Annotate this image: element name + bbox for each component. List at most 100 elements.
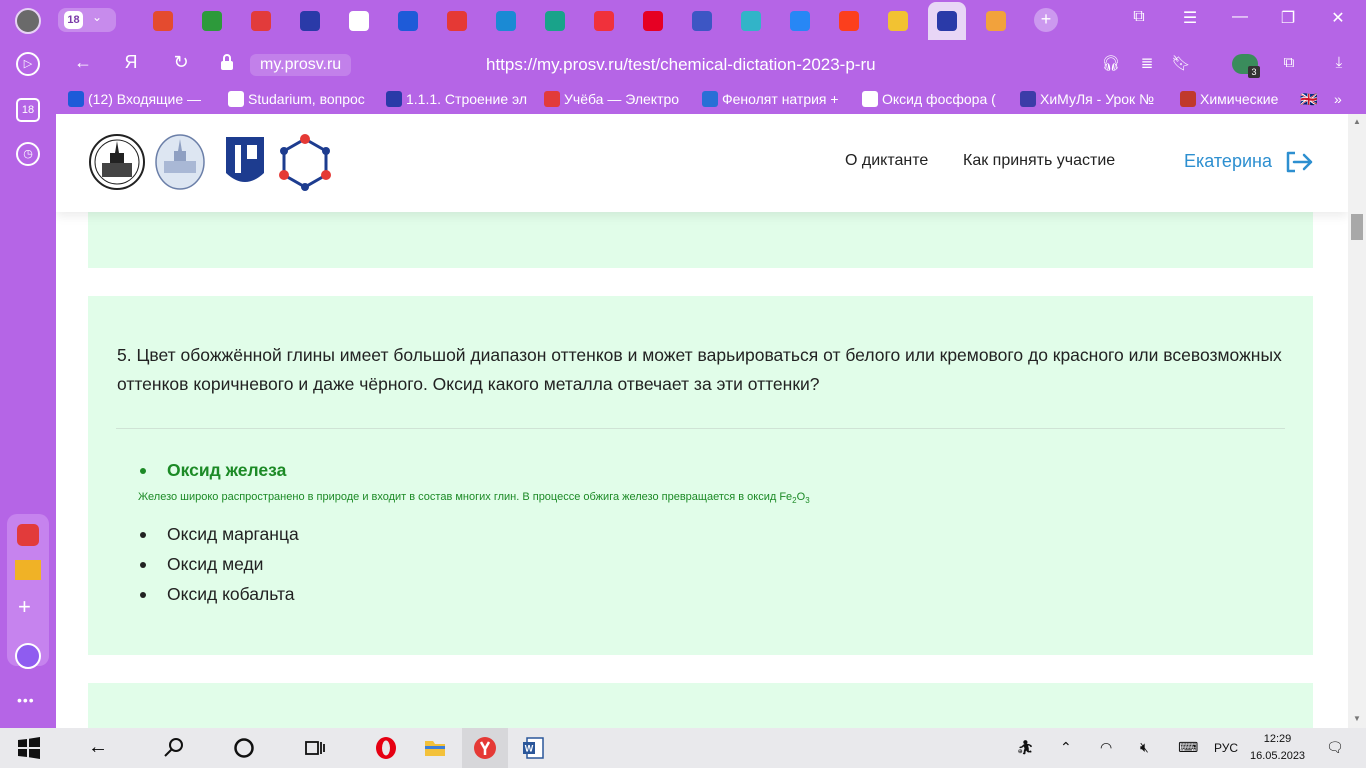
notifications-icon[interactable]: 🗨︎ xyxy=(1326,739,1344,756)
back-button[interactable]: ← xyxy=(70,52,96,73)
browser-tab[interactable] xyxy=(144,6,182,36)
word-icon[interactable]: W xyxy=(521,736,545,760)
user-name-link[interactable]: Екатерина xyxy=(1184,151,1272,172)
maximize-button[interactable]: ❐ xyxy=(1276,8,1300,28)
chemistry-faculty-logo[interactable] xyxy=(154,133,206,191)
browser-tab[interactable] xyxy=(585,6,623,36)
bookmark-favicon-icon xyxy=(702,91,718,107)
bookmark-favicon-icon xyxy=(1180,91,1196,107)
file-explorer-icon[interactable] xyxy=(423,736,447,760)
reload-button[interactable]: ↻ xyxy=(168,52,194,73)
tab-count-icon[interactable]: 18 xyxy=(16,98,40,122)
opera-icon[interactable] xyxy=(374,736,398,760)
browser-tab[interactable] xyxy=(242,6,280,36)
yandex-button[interactable]: Я xyxy=(118,52,144,73)
logout-icon[interactable] xyxy=(1284,150,1314,174)
menu-icon[interactable]: ☰ xyxy=(1178,8,1202,28)
lock-icon[interactable] xyxy=(220,54,234,70)
language-indicator[interactable]: РУС xyxy=(1214,741,1238,755)
bookmark-favicon-icon xyxy=(1020,91,1036,107)
keyboard-icon[interactable]: ⌨︎ xyxy=(1178,739,1198,756)
more-bookmarks-icon[interactable]: » xyxy=(1334,91,1342,107)
history-icon[interactable]: ◷ xyxy=(16,142,40,166)
bookmarks-bar: (12) Входящие — Studarium, вопрос 1.1.1. … xyxy=(56,86,1366,114)
bullet xyxy=(140,532,146,538)
yandex-icon xyxy=(839,11,859,31)
yandex-browser-taskbar-item[interactable] xyxy=(462,728,508,768)
bookmark-item[interactable]: Studarium, вопрос xyxy=(228,91,378,107)
back-arrow-icon[interactable]: ← xyxy=(88,736,112,760)
browser-tab[interactable] xyxy=(193,6,231,36)
tab-count: 18 xyxy=(64,11,83,29)
collections-icon[interactable]: ⧉ xyxy=(1278,54,1300,71)
browser-tab[interactable] xyxy=(438,6,476,36)
play-icon[interactable]: ▷ xyxy=(16,52,40,76)
tab-count-button[interactable]: 18 ⌄ xyxy=(58,8,116,32)
task-view-icon[interactable] xyxy=(303,736,327,760)
bullet xyxy=(140,592,146,598)
browser-tab[interactable] xyxy=(340,6,378,36)
address-row: ← Я ↻ my.prosv.ru https://my.prosv.ru/te… xyxy=(56,40,1366,86)
bookmark-item[interactable]: Химические xyxy=(1180,91,1290,107)
browser-tab[interactable] xyxy=(683,6,721,36)
reader-mode-icon[interactable]: ≣ xyxy=(1136,54,1158,72)
tab-manager-icon[interactable]: ⧉ xyxy=(1127,8,1151,26)
bookmark-item[interactable]: (12) Входящие — xyxy=(68,91,218,107)
mail-icon[interactable] xyxy=(15,560,41,580)
browser-tab[interactable] xyxy=(781,6,819,36)
scroll-up-icon[interactable]: ▲ xyxy=(1353,117,1361,126)
olympiad-logo[interactable] xyxy=(278,133,332,191)
bookmark-icon[interactable]: 🔖︎ xyxy=(1170,54,1192,72)
download-icon[interactable]: ⤓ xyxy=(1328,54,1350,71)
svg-text:W: W xyxy=(525,744,534,754)
more-icon[interactable]: ••• xyxy=(17,692,35,708)
document-icon[interactable] xyxy=(17,524,39,546)
browser-tab[interactable] xyxy=(291,6,329,36)
clock[interactable]: 12:29 16.05.2023 xyxy=(1250,731,1305,765)
bookmark-item[interactable]: ХиМуЛя - Урок № xyxy=(1020,91,1172,107)
answer-label: Оксид железа xyxy=(167,460,287,480)
next-question-card xyxy=(88,683,1313,728)
nav-about[interactable]: О диктанте xyxy=(845,152,928,170)
scrollbar-thumb[interactable] xyxy=(1351,214,1363,240)
alice-icon[interactable] xyxy=(15,643,41,669)
browser-tab[interactable] xyxy=(389,6,427,36)
microsoft-icon xyxy=(153,11,173,31)
prosveshchenie-logo[interactable] xyxy=(224,133,266,191)
browser-tab[interactable] xyxy=(879,6,917,36)
bookmark-item[interactable]: Оксид фосфора ( xyxy=(862,91,1012,107)
browser-tab[interactable] xyxy=(977,6,1015,36)
volume-muted-icon[interactable]: 🔇︎ xyxy=(1140,739,1149,756)
msu-logo[interactable] xyxy=(88,133,146,191)
browser-tab[interactable] xyxy=(487,6,525,36)
close-button[interactable]: ✕ xyxy=(1326,8,1350,28)
people-icon[interactable]: ⛹︎ xyxy=(1016,739,1034,756)
bookmark-item[interactable]: 1.1.1. Строение эл xyxy=(386,91,536,107)
add-icon[interactable]: + xyxy=(18,594,31,620)
browser-tab[interactable] xyxy=(732,6,770,36)
browser-tab[interactable] xyxy=(634,6,672,36)
windows-start-icon[interactable] xyxy=(17,736,41,760)
browser-tab[interactable] xyxy=(928,2,966,40)
headphones-icon[interactable]: 🎧︎ xyxy=(1100,54,1122,72)
flag-icon[interactable]: 🇬🇧︎ xyxy=(1300,91,1317,108)
nav-how-to-participate[interactable]: Как принять участие xyxy=(963,152,1115,170)
minimize-button[interactable]: — xyxy=(1228,8,1252,26)
search-icon[interactable] xyxy=(162,736,186,760)
bookmark-item[interactable]: Фенолят натрия + xyxy=(702,91,854,107)
profile-avatar[interactable] xyxy=(15,8,41,34)
browser-tab[interactable] xyxy=(830,6,868,36)
cortana-icon[interactable] xyxy=(232,736,256,760)
chevron-up-icon[interactable]: ⌃ xyxy=(1060,739,1072,756)
extension-icon[interactable]: 3 xyxy=(1232,54,1260,78)
bookmark-item[interactable]: Учёба — Электро xyxy=(544,91,694,107)
browser-tab[interactable] xyxy=(536,6,574,36)
address-bar[interactable]: https://my.prosv.ru/test/chemical-dictat… xyxy=(486,55,876,75)
scroll-down-icon[interactable]: ▼ xyxy=(1353,714,1361,723)
bookmark-label: (12) Входящие — xyxy=(88,91,202,107)
page-scrollbar[interactable]: ▲ ▼ xyxy=(1348,114,1366,728)
bookmark-label: Учёба — Электро xyxy=(564,91,680,107)
wifi-icon[interactable]: ◠ xyxy=(1100,739,1112,756)
new-tab-button[interactable]: + xyxy=(1034,8,1058,32)
domain-chip[interactable]: my.prosv.ru xyxy=(250,54,352,76)
